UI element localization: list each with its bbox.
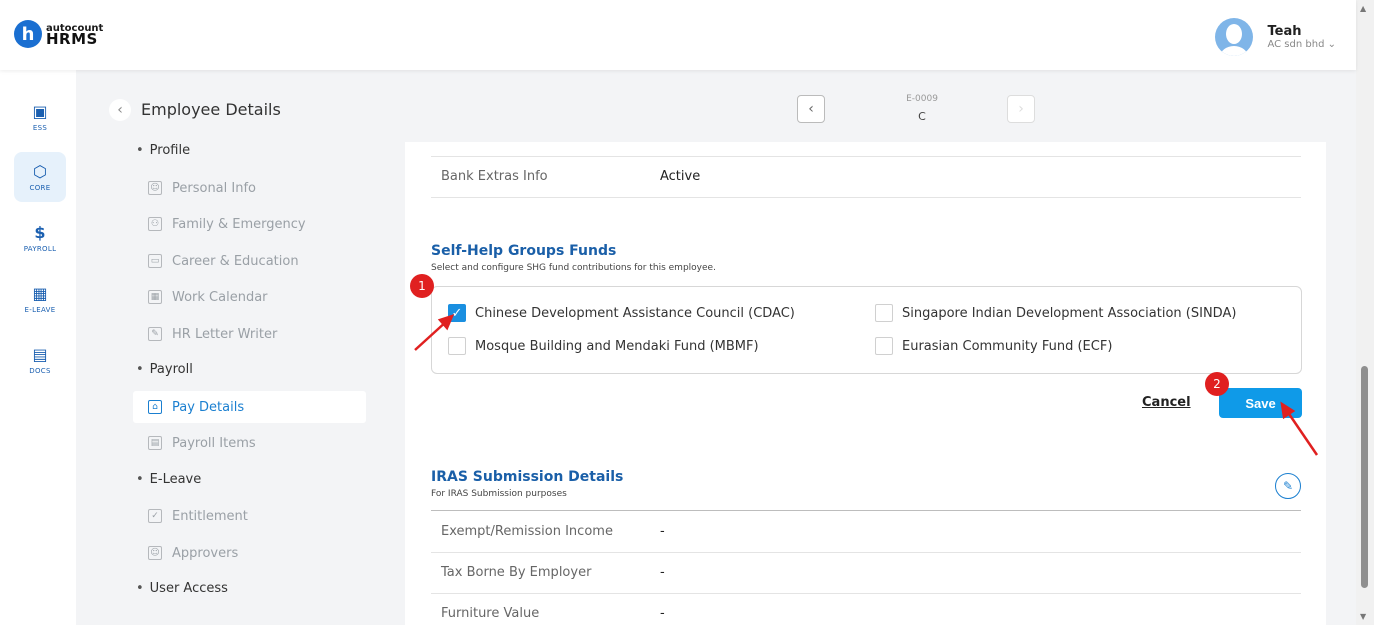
step-badge-1: 1: [410, 274, 434, 298]
annotation-arrows: [414, 313, 1319, 456]
arrowhead: [1280, 401, 1296, 420]
step-badge-2: 2: [1205, 372, 1229, 396]
arrow-to-save: [1283, 407, 1319, 456]
